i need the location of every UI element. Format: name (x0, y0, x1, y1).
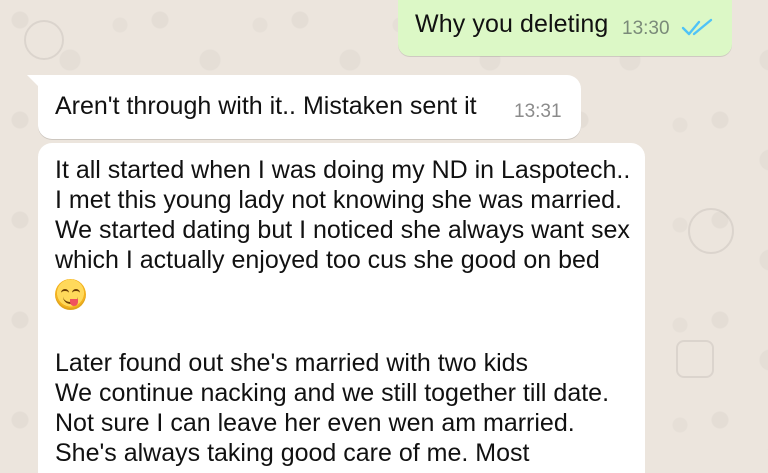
face-savoring-food-emoji (55, 279, 86, 310)
incoming-message-time: 13:31 (514, 101, 562, 122)
message-line: We continue nacking and we still togethe… (55, 379, 610, 407)
outgoing-message-text: Why you deleting (415, 10, 609, 38)
incoming-message-text: Aren't through with it.. Mistaken sent i… (55, 92, 477, 120)
message-line: She's always taking good care of me. Mos… (55, 439, 530, 467)
outgoing-message-bubble[interactable]: Why you deleting 13:30 (398, 0, 732, 56)
message-line: Later found out she's married with two k… (55, 349, 529, 377)
wallpaper-doodle (24, 20, 64, 60)
message-line: Not sure I can leave her even wen am mar… (55, 409, 575, 437)
outgoing-message-time: 13:30 (622, 18, 670, 39)
wallpaper-doodle (688, 208, 734, 254)
paragraph-break (55, 324, 630, 348)
double-check-icon (681, 18, 713, 36)
wallpaper-doodle (676, 340, 714, 378)
incoming-long-message-text: It all started when I was doing my ND in… (55, 155, 630, 468)
message-line: which I actually enjoyed too cus she goo… (55, 246, 600, 274)
incoming-message-bubble[interactable]: Aren't through with it.. Mistaken sent i… (27, 75, 581, 139)
message-line: I met this young lady not knowing she wa… (55, 186, 622, 214)
incoming-long-message-bubble[interactable]: It all started when I was doing my ND in… (38, 143, 645, 473)
message-line: We started dating but I noticed she alwa… (55, 216, 630, 244)
message-line: It all started when I was doing my ND in… (55, 156, 631, 184)
